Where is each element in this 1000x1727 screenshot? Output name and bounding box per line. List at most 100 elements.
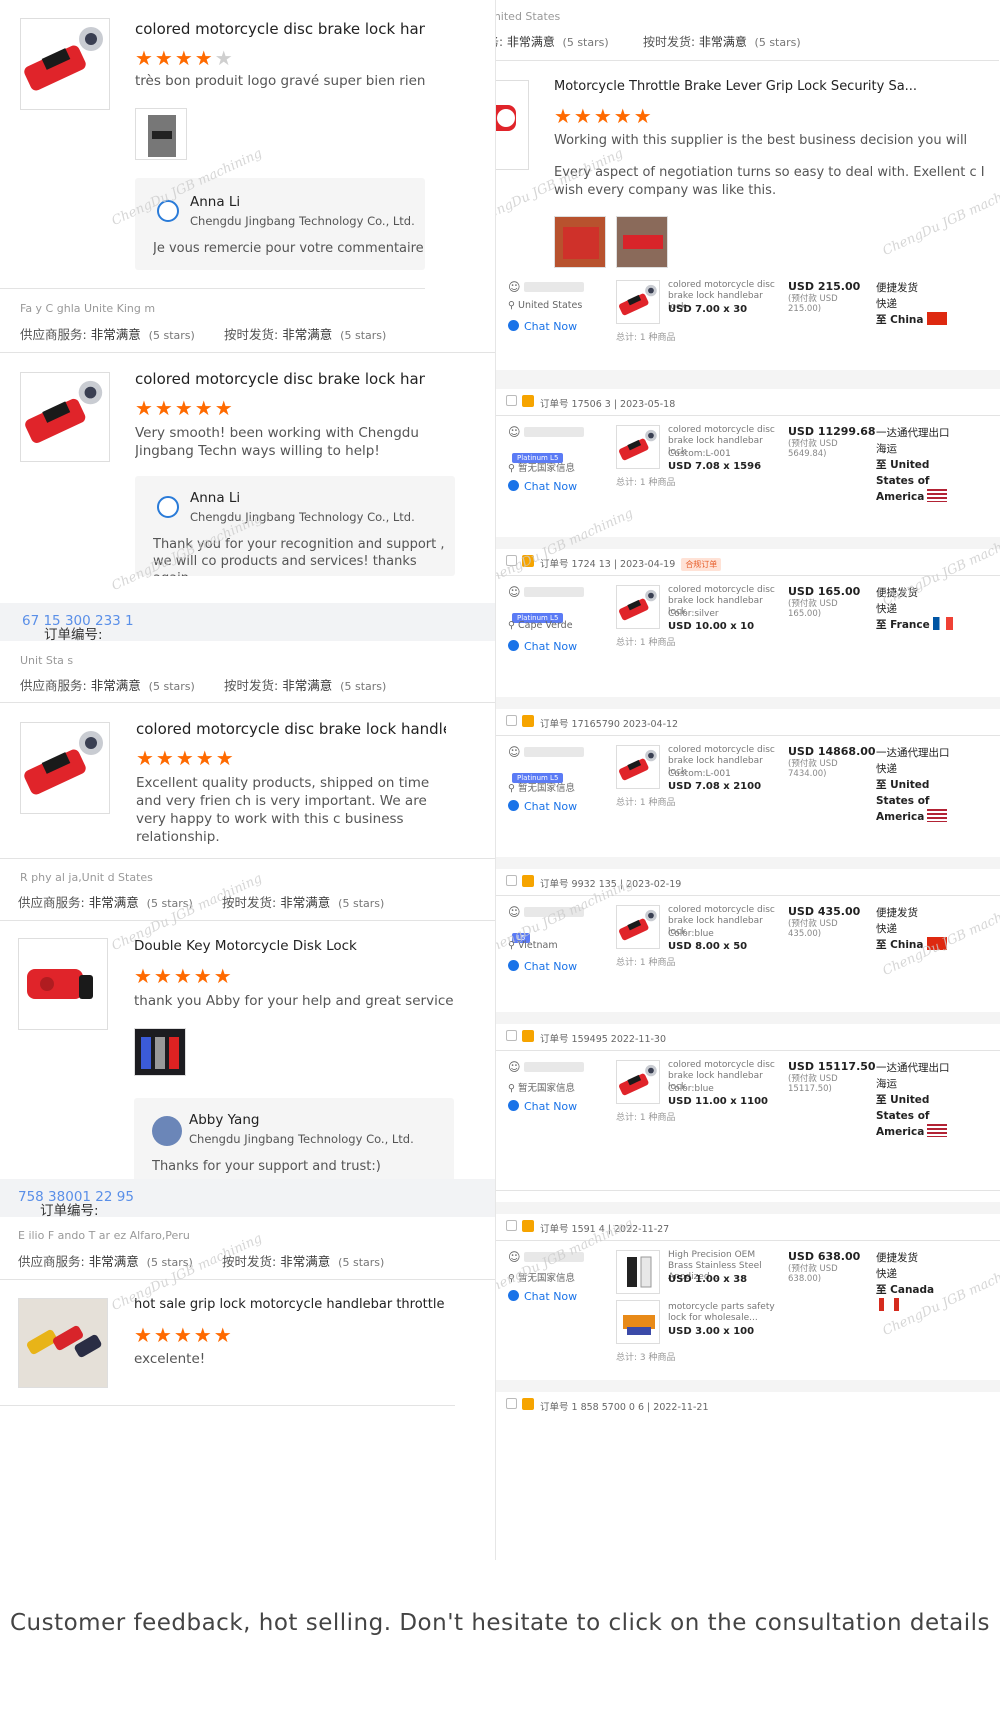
divider xyxy=(0,1279,500,1280)
divider xyxy=(0,858,500,859)
avatar xyxy=(152,1116,182,1146)
review-title[interactable]: colored motorcycle disc brake lock handl… xyxy=(135,20,425,38)
rating-stars: ★★★★★ xyxy=(554,104,654,128)
product-thumbnail[interactable] xyxy=(616,1060,660,1104)
product-thumbnail[interactable] xyxy=(616,280,660,324)
unit-price-qty: USD 7.00 x 30 xyxy=(668,304,748,315)
review-text: excelente! xyxy=(134,1351,206,1367)
order-checkbox[interactable] xyxy=(506,395,517,406)
country-flag-icon xyxy=(926,312,947,325)
crown-icon xyxy=(522,715,534,727)
country-flag-icon xyxy=(879,1298,899,1311)
prepaid-amount: (预付款 USD 638.00) xyxy=(788,1264,838,1284)
review-title[interactable]: colored motorcycle disc brake lock handl… xyxy=(135,370,425,388)
order-header: 订单号 159495 2022-11-30 xyxy=(540,1034,667,1045)
chat-now-link[interactable]: Chat Now xyxy=(508,480,577,493)
service-rating: 供应商服务: 非常满意 (5 stars) xyxy=(496,35,609,49)
unit-price-qty: USD 8.00 x 50 xyxy=(668,941,748,952)
shipping-rating: 按时发货: 非常满意 (5 stars) xyxy=(222,895,385,910)
review-text: Working with this supplier is the best b… xyxy=(554,133,968,148)
chat-now-link[interactable]: Chat Now xyxy=(508,960,577,973)
item-count: 总计: 1 种商品 xyxy=(616,798,676,808)
review-photo[interactable] xyxy=(616,216,668,268)
unit-price-qty: USD 7.08 x 2100 xyxy=(668,781,762,792)
order-checkbox[interactable] xyxy=(506,875,517,886)
user-icon: ☺ xyxy=(508,585,585,599)
reviewer-location: Fa y C ghla Unite King m xyxy=(20,302,156,315)
reply-name: Abby Yang xyxy=(189,1112,260,1128)
chat-icon xyxy=(508,1290,519,1301)
review-title[interactable]: colored motorcycle disc brake lock handl… xyxy=(136,720,446,738)
product-thumbnail[interactable] xyxy=(20,18,110,110)
order-checkbox[interactable] xyxy=(506,1030,517,1041)
review-title[interactable]: Double Key Motorcycle Disk Lock xyxy=(134,938,444,954)
product-thumbnail[interactable] xyxy=(18,938,108,1030)
chat-icon xyxy=(508,480,519,491)
order-number-bar: 订单编号: 67 15 300 233 1 xyxy=(0,603,500,643)
chat-now-link[interactable]: Chat Now xyxy=(508,1100,577,1113)
review-photo[interactable] xyxy=(135,108,187,160)
user-icon: ☺ xyxy=(508,280,585,294)
product-thumbnail[interactable] xyxy=(616,905,660,949)
order-amount: USD 14868.00 xyxy=(788,745,876,758)
review-text: thank you Abby for your help and great s… xyxy=(134,993,454,1009)
prepaid-amount: (预付款 USD 165.00) xyxy=(788,599,838,619)
product-thumbnail[interactable] xyxy=(616,425,660,469)
crown-icon xyxy=(522,395,534,407)
product-thumbnail[interactable] xyxy=(616,585,660,629)
reply-name: Anna Li xyxy=(190,194,241,210)
review-title[interactable]: Motorcycle Throttle Brake Lever Grip Loc… xyxy=(554,79,999,94)
divider xyxy=(0,1405,455,1406)
order-number-bar: 订单编号: 758 38001 22 95 xyxy=(0,1179,500,1219)
product-thumbnail[interactable] xyxy=(616,1250,660,1294)
order-label: 订单编号: xyxy=(40,1203,99,1219)
separator xyxy=(496,377,1000,389)
reply-company: Chengdu Jingbang Technology Co., Ltd. xyxy=(190,214,415,228)
order-checkbox[interactable] xyxy=(506,1220,517,1231)
review-photo[interactable] xyxy=(554,216,606,268)
product-thumbnail[interactable] xyxy=(496,80,529,170)
shipping-info: 一达通代理出口 海运至 United States of America xyxy=(876,1062,950,1138)
unit-price-qty: USD 3.00 x 100 xyxy=(668,1326,755,1337)
shipping-info: 一达通代理出口 快递至 United States of America xyxy=(876,747,950,823)
product-thumbnail[interactable] xyxy=(20,372,110,462)
chat-icon xyxy=(508,320,519,331)
order-checkbox[interactable] xyxy=(506,1398,517,1409)
product-thumbnail[interactable] xyxy=(18,1298,108,1388)
order-amount: USD 15117.50 xyxy=(788,1060,876,1073)
left-review-pane: colored motorcycle disc brake lock handl… xyxy=(0,0,500,1560)
reply-text: Je vous remercie pour votre commentaire … xyxy=(153,241,425,256)
review-title[interactable]: hot sale grip lock motorcycle handlebar … xyxy=(134,1297,444,1312)
service-rating: 供应商服务: 非常满意 (5 stars) xyxy=(20,327,195,342)
reply-company: Chengdu Jingbang Technology Co., Ltd. xyxy=(190,510,415,524)
product-name[interactable]: motorcycle parts safety lock for wholesa… xyxy=(668,1302,778,1324)
review-photo[interactable] xyxy=(134,1028,186,1076)
reviewer-location: E ilio F ando T ar ez Alfaro,Peru xyxy=(18,1229,190,1242)
chat-icon xyxy=(508,800,519,811)
order-checkbox[interactable] xyxy=(506,715,517,726)
shipping-info: 一达通代理出口 海运至 United States of America xyxy=(876,427,950,503)
chat-icon xyxy=(508,640,519,651)
product-variant: Color:silver xyxy=(668,609,719,619)
order-header: 订单号 17506 3 | 2023-05-18 xyxy=(540,399,676,410)
chat-now-link[interactable]: Chat Now xyxy=(508,800,577,813)
prepaid-amount: (预付款 USD 15117.50) xyxy=(788,1074,838,1094)
buyer-location: ⚲ Cape Verde xyxy=(508,620,573,631)
product-thumbnail[interactable] xyxy=(20,722,110,814)
order-amount: USD 11299.68 xyxy=(788,425,876,438)
product-thumbnail[interactable] xyxy=(616,1300,660,1344)
item-count: 总计: 3 种商品 xyxy=(616,1353,676,1363)
user-icon: ☺ xyxy=(508,1060,585,1074)
unit-price-qty: USD 7.08 x 1596 xyxy=(668,461,762,472)
chat-now-link[interactable]: Chat Now xyxy=(508,320,577,333)
product-variant: Color:blue xyxy=(668,929,714,939)
chat-icon xyxy=(508,1100,519,1111)
chat-now-link[interactable]: Chat Now xyxy=(508,1290,577,1303)
product-thumbnail[interactable] xyxy=(616,745,660,789)
divider xyxy=(0,288,425,289)
supplier-logo-icon xyxy=(157,496,179,518)
divider xyxy=(496,1190,1000,1191)
country-flag-icon xyxy=(927,809,948,822)
crown-icon xyxy=(522,1220,534,1232)
chat-now-link[interactable]: Chat Now xyxy=(508,640,577,653)
